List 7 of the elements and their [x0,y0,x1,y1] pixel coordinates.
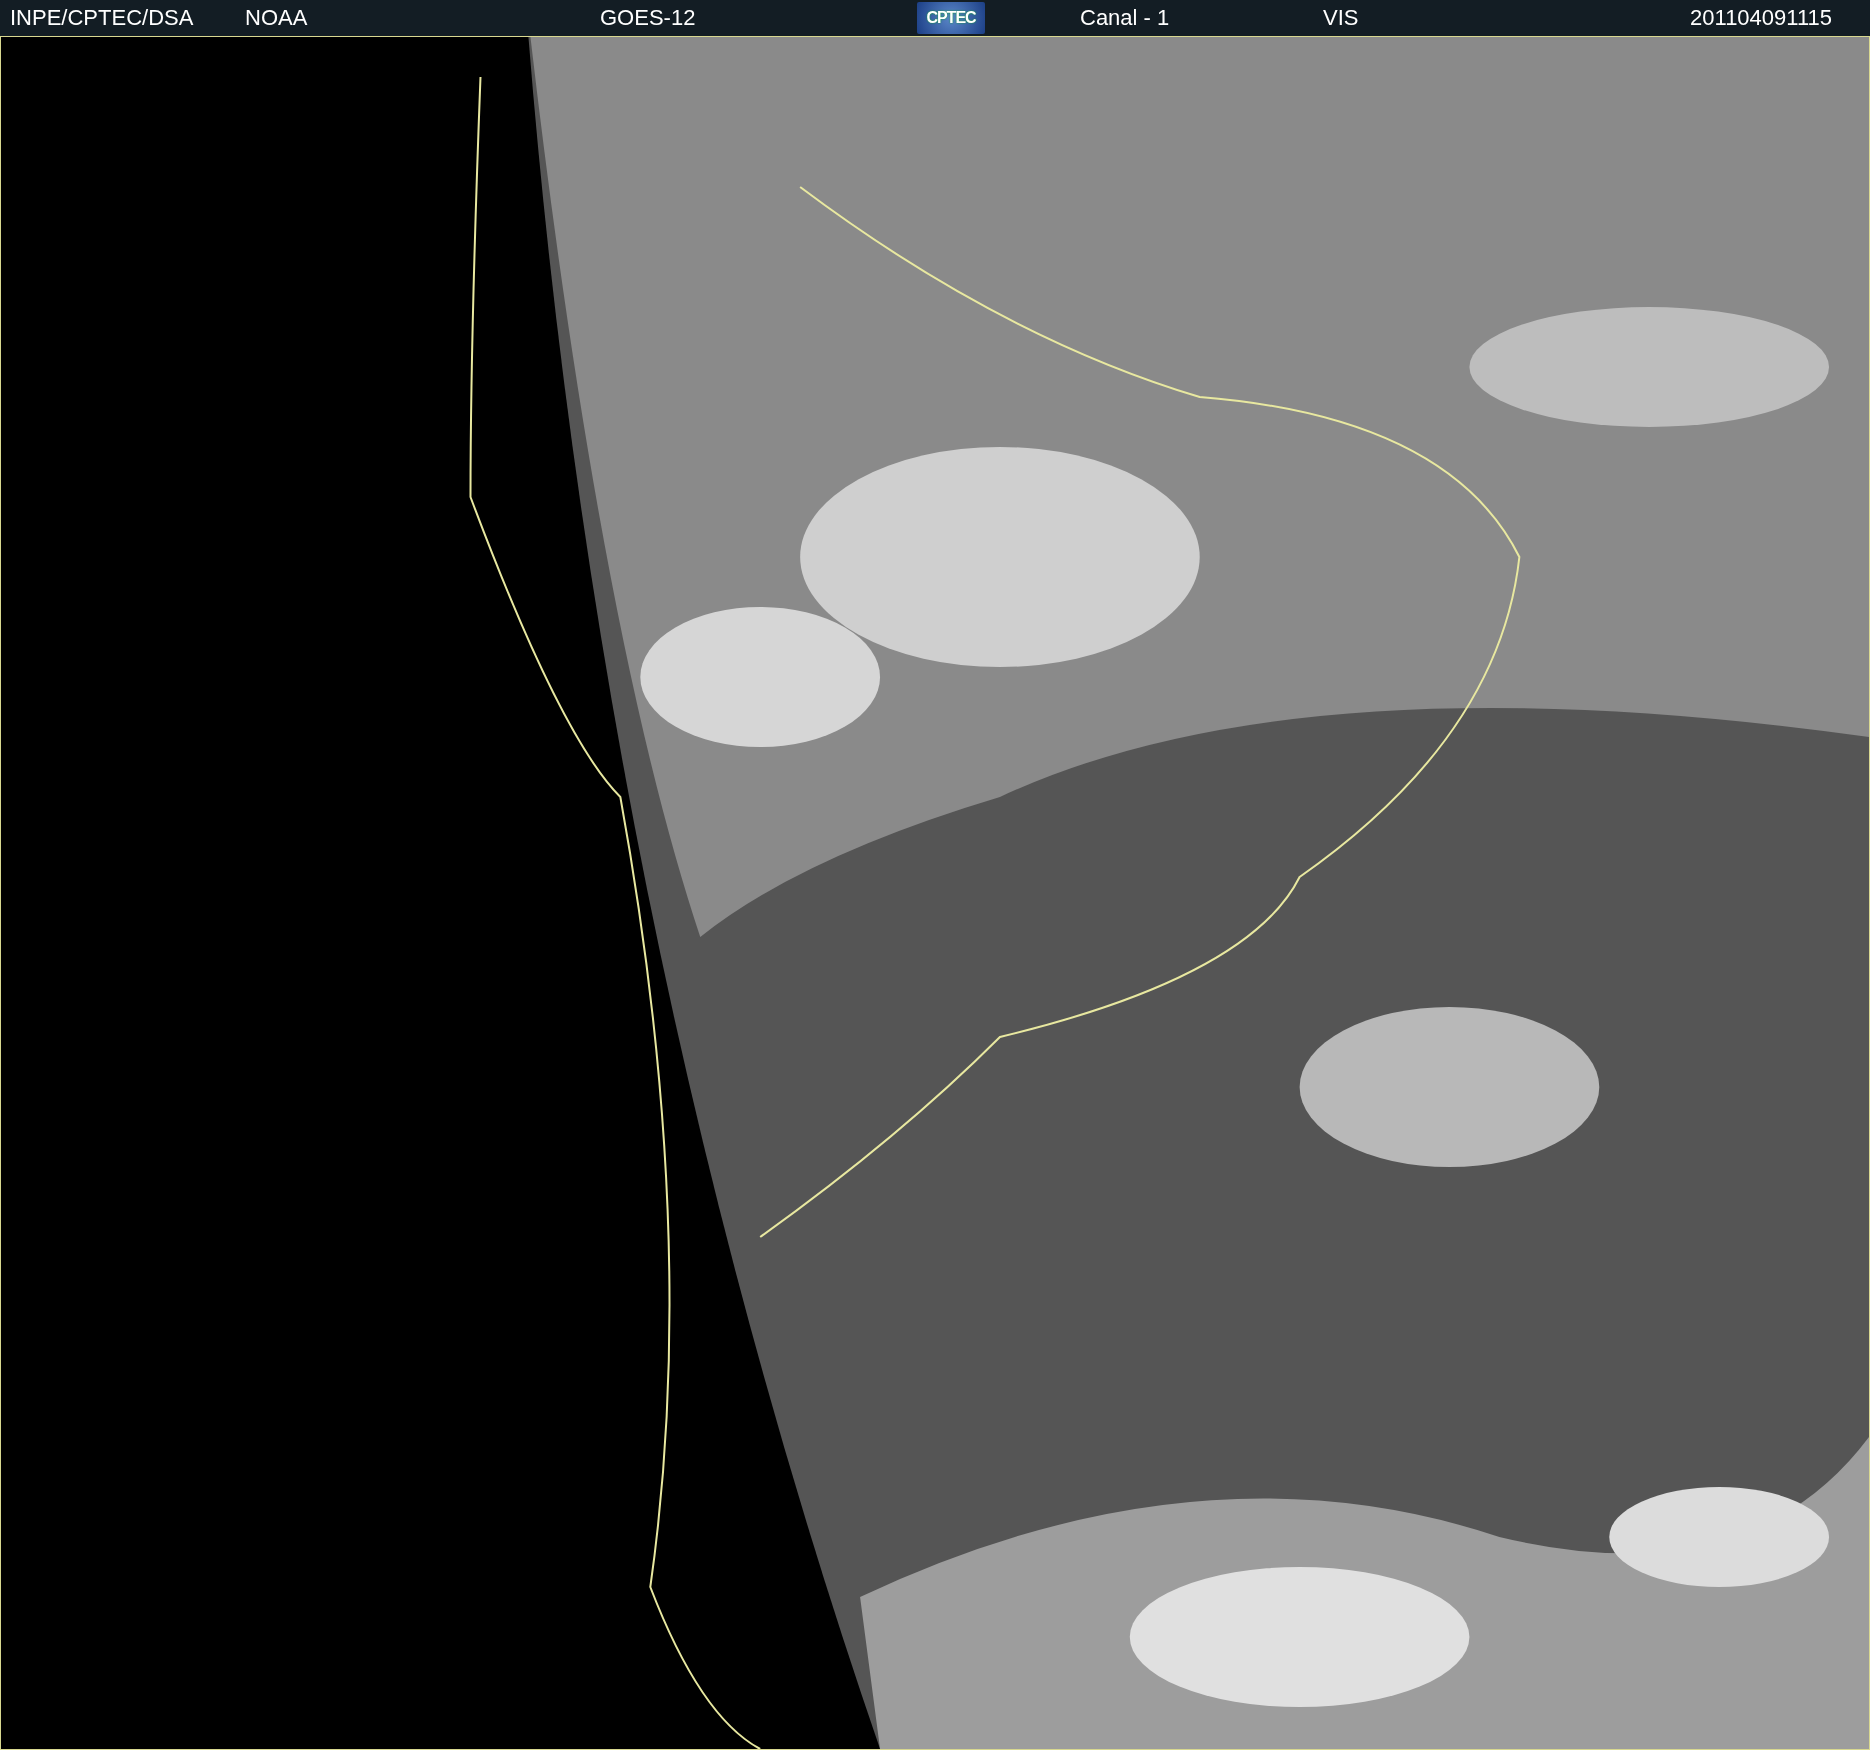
logo: CPTEC [917,2,985,34]
header-label: 201104091115 [1690,5,1832,30]
header-label: GOES-12 [600,5,696,30]
header-label: VIS [1323,5,1359,30]
header-label: Canal - 1 [1080,5,1170,30]
header-label: NOAA [245,5,308,30]
header-label: INPE/CPTEC/DSA [10,5,194,30]
